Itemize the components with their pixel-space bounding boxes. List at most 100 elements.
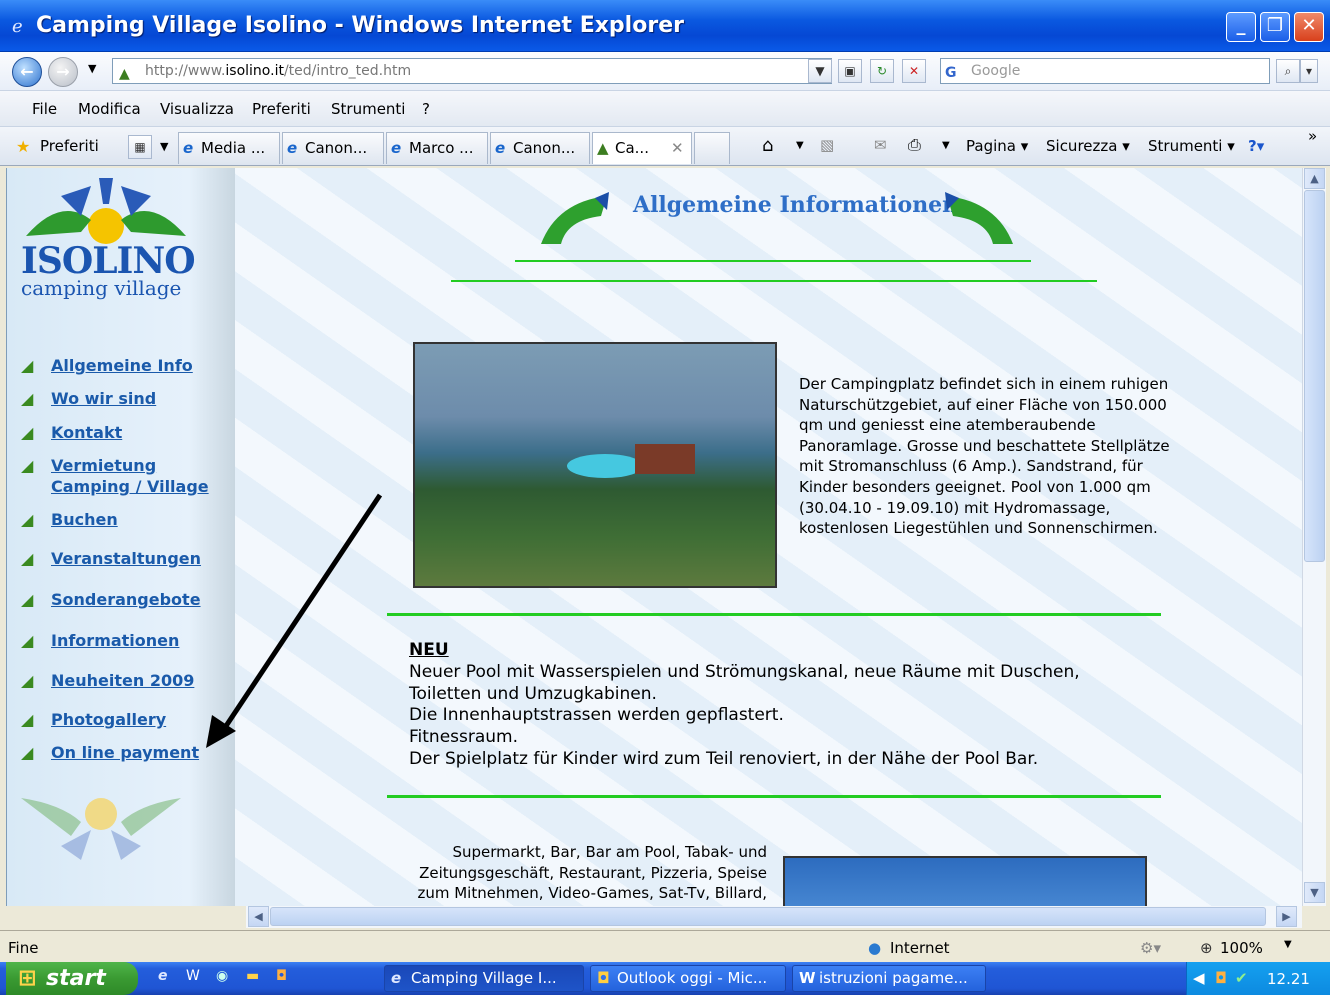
nav-photogallery[interactable]: ◢ Photogallery (21, 710, 166, 729)
restore-button[interactable]: ❐ (1260, 12, 1290, 42)
nav-label: Vermietung (51, 456, 157, 475)
news-section: NEU Neuer Pool mit Wasserspielen und Str… (409, 640, 1080, 771)
strumenti-menu[interactable]: Strumenti ▾ (1148, 137, 1235, 155)
chevron-more-icon[interactable]: » (1308, 127, 1317, 145)
refresh-icon[interactable]: ↻ (870, 59, 894, 83)
nav-buchen[interactable]: ◢ Buchen (21, 510, 118, 529)
status-text: Fine (8, 939, 39, 957)
feeds-icon[interactable]: ▧ (820, 136, 834, 154)
scroll-left-icon[interactable]: ◀ (248, 906, 269, 927)
home-icon[interactable]: ⌂ (762, 135, 773, 156)
protected-mode-icon[interactable]: ⚙▾ (1140, 939, 1161, 957)
nav-neuheiten-2009[interactable]: ◢ Neuheiten 2009 (21, 671, 194, 690)
nav-veranstaltungen[interactable]: ◢ Veranstaltungen (21, 549, 201, 568)
nav-sun-icon: ◢ (21, 389, 34, 408)
ie-tab-icon: e (391, 139, 402, 157)
nav-label: Sonderangebote (51, 590, 201, 609)
tray-arrow-icon[interactable]: ◀ (1193, 969, 1205, 987)
zoom-dropdown-icon[interactable]: ▼ (1284, 939, 1292, 950)
scroll-right-icon[interactable]: ▶ (1276, 906, 1297, 927)
history-dropdown-icon[interactable]: ▼ (88, 62, 96, 75)
scroll-thumb[interactable] (1304, 190, 1325, 562)
word-icon: W (799, 969, 816, 987)
search-options-icon[interactable]: ▾ (1300, 59, 1318, 83)
menu-help[interactable]: ? (422, 100, 430, 118)
media-quicklaunch-icon[interactable]: ◉ (216, 968, 228, 984)
folder-quicklaunch-icon[interactable]: ▬ (246, 968, 259, 984)
zoom-icon[interactable]: ⊕ (1200, 939, 1213, 957)
favorites-button[interactable]: Preferiti (40, 137, 99, 155)
tab-media[interactable]: e Media ... (178, 132, 280, 164)
mail-icon[interactable]: ✉ (874, 136, 887, 154)
taskbar-word-window[interactable]: Wistruzioni pagame... (792, 965, 986, 992)
clock[interactable]: 12.21 (1267, 970, 1310, 988)
horizontal-scrollbar[interactable]: ◀ ▶ (246, 906, 1302, 928)
tab-camping-active[interactable]: ▲ Ca... ✕ (592, 132, 692, 164)
intro-text: Der Campingplatz befindet sich in einem … (799, 375, 1170, 538)
favorites-star-icon[interactable]: ★ (16, 137, 30, 156)
tab-canon-2[interactable]: e Canon... (490, 132, 590, 164)
tab-marco[interactable]: e Marco ... (386, 132, 488, 164)
tray-security-icon[interactable]: ✔ (1235, 969, 1248, 987)
menu-modifica[interactable]: Modifica (78, 100, 141, 118)
ie-tab-icon: e (495, 139, 506, 157)
pagina-menu[interactable]: Pagina ▾ (966, 137, 1028, 155)
nav-sonderangebote[interactable]: ◢ Sonderangebote (21, 590, 201, 609)
word-quicklaunch-icon[interactable]: W (186, 968, 200, 984)
tab-canon-1[interactable]: e Canon... (282, 132, 384, 164)
nav-kontakt[interactable]: ◢ Kontakt (21, 423, 122, 442)
compatibility-icon[interactable]: ▣ (838, 59, 862, 83)
start-label: start (46, 966, 106, 991)
news-line: Neuer Pool mit Wasserspielen und Strömun… (409, 661, 1080, 682)
nav-informationen[interactable]: ◢ Informationen (21, 631, 179, 650)
nav-label: Allgemeine Info (51, 356, 193, 375)
services-text: Supermarkt, Bar, Bar am Pool, Tabak- und… (417, 843, 767, 903)
quick-tabs-icon[interactable]: ▦ (128, 135, 152, 159)
taskbar-outlook-window[interactable]: ◘ Outlook oggi - Mic... (590, 965, 786, 992)
help-icon[interactable]: ?▾ (1248, 137, 1264, 155)
nav-label: Camping / Village (51, 477, 209, 496)
system-tray: ◀ ◘ ✔ 12.21 (1186, 962, 1330, 995)
nav-label: Veranstaltungen (51, 549, 202, 568)
address-dropdown-icon[interactable]: ▼ (808, 59, 832, 83)
home-dropdown-icon[interactable]: ▼ (796, 140, 804, 151)
news-line: Der Spielplatz für Kinder wird zum Teil … (409, 748, 1039, 769)
menu-file[interactable]: File (32, 100, 57, 118)
menu-preferiti[interactable]: Preferiti (252, 100, 311, 118)
close-button[interactable]: ✕ (1294, 12, 1324, 42)
tab-close-icon[interactable]: ✕ (671, 133, 684, 163)
h-scroll-thumb[interactable] (270, 907, 1266, 926)
tab-list-icon[interactable]: ▼ (160, 140, 168, 153)
print-icon[interactable]: ⎙ (908, 135, 921, 155)
menu-visualizza[interactable]: Visualizza (160, 100, 234, 118)
nav-vermietung[interactable]: ◢ Vermietung (21, 456, 156, 475)
address-field[interactable]: ▲ http://www.isolino.it/ted/intro_ted.ht… (112, 58, 832, 84)
nav-camping-village[interactable]: Camping / Village (51, 477, 209, 496)
search-icon[interactable]: ⌕ (1276, 59, 1300, 83)
header-sun-left-icon (541, 192, 609, 244)
scroll-down-icon[interactable]: ▼ (1304, 882, 1325, 903)
nav-online-payment[interactable]: ◢ On line payment (21, 743, 199, 762)
ie-tab-icon: e (287, 139, 298, 157)
strumenti-label: Strumenti (1148, 137, 1223, 155)
taskbar-ie-window[interactable]: e Camping Village I... (384, 965, 584, 992)
vertical-scrollbar[interactable]: ▲ ▼ (1302, 168, 1326, 906)
minimize-button[interactable]: _ (1226, 12, 1256, 42)
zoom-level[interactable]: 100% (1220, 939, 1263, 957)
scroll-up-icon[interactable]: ▲ (1304, 168, 1325, 189)
print-dropdown-icon[interactable]: ▼ (942, 140, 950, 151)
menu-strumenti[interactable]: Strumenti (331, 100, 405, 118)
new-tab-button[interactable] (694, 132, 730, 164)
start-button[interactable]: ⊞ start (6, 962, 138, 995)
tray-outlook-icon[interactable]: ◘ (1215, 969, 1227, 987)
sicurezza-menu[interactable]: Sicurezza ▾ (1046, 137, 1130, 155)
search-input[interactable]: G Google (940, 58, 1270, 84)
stop-icon[interactable]: ✕ (902, 59, 926, 83)
ie-quicklaunch-icon[interactable]: e (158, 968, 168, 984)
forward-button[interactable]: → (48, 57, 78, 87)
nav-allgemeine-info[interactable]: ◢ Allgemeine Info (21, 356, 193, 375)
title-bar[interactable]: e Camping Village Isolino - Windows Inte… (0, 0, 1330, 52)
outlook-quicklaunch-icon[interactable]: ◘ (276, 968, 287, 984)
nav-wo-wir-sind[interactable]: ◢ Wo wir sind (21, 389, 156, 408)
back-button[interactable]: ← (12, 57, 42, 87)
